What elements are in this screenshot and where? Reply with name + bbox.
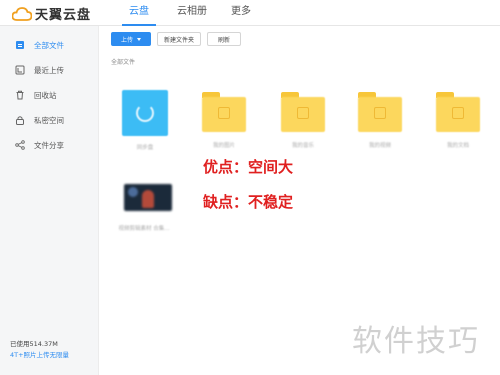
folder-icon bbox=[358, 92, 402, 132]
sidebar-item-recent-upload[interactable]: 最近上传 bbox=[0, 60, 99, 80]
file-name: 我的音乐 bbox=[291, 143, 314, 149]
sidebar-item-label: 私密空间 bbox=[34, 115, 64, 125]
file-name: 我的视频 bbox=[368, 143, 391, 149]
sidebar-item-private-space[interactable]: 私密空间 bbox=[0, 110, 99, 130]
video-thumbnail bbox=[124, 184, 172, 211]
file-name: 我的文档 bbox=[446, 143, 469, 149]
top-bar: 天翼云盘 云盘 云相册 更多 bbox=[0, 0, 500, 26]
recent-upload-icon bbox=[15, 65, 25, 75]
folder-icon bbox=[281, 92, 325, 132]
sidebar-item-label: 全部文件 bbox=[34, 40, 64, 50]
trash-icon bbox=[16, 90, 24, 100]
document-icon bbox=[452, 107, 464, 119]
watermark: 软件技巧 bbox=[352, 324, 480, 359]
music-icon bbox=[297, 107, 309, 119]
upload-button-label: 上传 bbox=[120, 36, 133, 44]
file-name: 我的图片 bbox=[212, 143, 235, 149]
brand-name: 天翼云盘 bbox=[35, 8, 92, 23]
tab-more[interactable]: 更多 bbox=[228, 0, 254, 26]
folder-icon bbox=[202, 92, 246, 132]
files-icon bbox=[16, 41, 24, 49]
sidebar-item-label: 文件分享 bbox=[34, 140, 64, 150]
sidebar-item-label: 回收站 bbox=[34, 90, 57, 100]
file-name: 视频剪辑素材 合集... bbox=[118, 226, 170, 232]
new-folder-button[interactable]: 新建文件夹 bbox=[157, 32, 201, 46]
refresh-button[interactable]: 刷新 bbox=[207, 32, 241, 46]
upload-button[interactable]: 上传 bbox=[111, 32, 151, 46]
sidebar-item-trash[interactable]: 回收站 bbox=[0, 85, 99, 105]
sync-icon bbox=[136, 104, 154, 122]
annotation-con: 缺点：不稳定 bbox=[203, 193, 294, 211]
sync-folder-thumbnail bbox=[122, 90, 168, 136]
folder-icon bbox=[436, 92, 480, 132]
image-icon bbox=[218, 107, 230, 119]
sidebar-item-label: 最近上传 bbox=[34, 65, 64, 75]
video-icon bbox=[374, 107, 386, 119]
tab-cloud-album[interactable]: 云相册 bbox=[172, 0, 212, 26]
caret-down-icon bbox=[137, 37, 141, 41]
share-icon bbox=[15, 140, 25, 150]
storage-usage: 已使用514.37M bbox=[10, 340, 58, 348]
lock-icon bbox=[16, 116, 24, 125]
tab-cloud-drive[interactable]: 云盘 bbox=[122, 0, 156, 26]
annotation-pro: 优点：空间大 bbox=[203, 158, 294, 176]
app-logo[interactable]: 天翼云盘 bbox=[12, 4, 91, 23]
upgrade-link[interactable]: 4T+照片上传无限量 bbox=[10, 349, 69, 359]
file-name: 同步盘 bbox=[136, 145, 154, 151]
cloud-icon bbox=[12, 6, 32, 21]
sidebar: 全部文件 最近上传 回收站 私密空间 文件分享 已使用514.37M 4T+照片… bbox=[0, 26, 99, 375]
breadcrumb[interactable]: 全部文件 bbox=[111, 57, 135, 66]
sidebar-item-file-share[interactable]: 文件分享 bbox=[0, 135, 99, 155]
sidebar-item-all-files[interactable]: 全部文件 bbox=[0, 35, 99, 55]
